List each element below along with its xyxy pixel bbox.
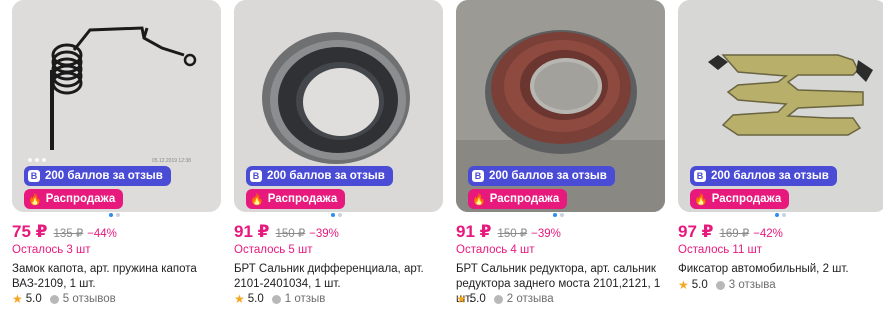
image-pagination (28, 158, 46, 162)
old-price: 169 ₽ (719, 228, 750, 240)
product-title[interactable]: Фиксатор автомобильный, 2 шт. (678, 262, 883, 277)
discount: −44% (87, 228, 117, 240)
carousel-dots (775, 213, 786, 217)
price-row: 91 ₽ 150 ₽ −39% (456, 222, 561, 242)
points-icon: B (250, 170, 262, 182)
sale-badge: 🔥 Распродажа (246, 189, 346, 209)
stock-left: Осталось 3 шт (12, 244, 91, 256)
chat-bubble-icon (493, 294, 503, 304)
discount: −42% (753, 228, 783, 240)
rating-value: 5.0 (469, 293, 486, 305)
product-card[interactable]: 05.12.2019 12:38 B 200 баллов за отзыв 🔥… (6, 0, 221, 315)
price: 91 ₽ (456, 222, 492, 241)
reviews-count[interactable]: 2 отзыва (507, 293, 554, 305)
points-badge: B 200 баллов за отзыв (246, 166, 393, 186)
rating-value: 5.0 (691, 279, 708, 291)
product-card[interactable]: B 200 баллов за отзыв 🔥 Распродажа 97 ₽ 1… (672, 0, 883, 315)
fire-icon: 🔥 (472, 193, 486, 206)
fire-icon: 🔥 (28, 193, 42, 206)
star-icon: ★ (678, 278, 689, 292)
price: 91 ₽ (234, 222, 270, 241)
sale-badge: 🔥 Распродажа (468, 189, 568, 209)
fire-icon: 🔥 (250, 193, 264, 206)
chat-bubble-icon (271, 294, 281, 304)
old-price: 135 ₽ (53, 228, 84, 240)
star-icon: ★ (456, 292, 467, 306)
photo-timestamp: 05.12.2019 12:38 (152, 158, 191, 164)
reviews-count[interactable]: 5 отзывов (63, 293, 116, 305)
stock-left: Осталось 4 шт (456, 244, 535, 256)
rating-row: ★ 5.0 2 отзыва (456, 292, 554, 306)
discount: −39% (309, 228, 339, 240)
product-card[interactable]: B 200 баллов за отзыв 🔥 Распродажа 91 ₽ 1… (450, 0, 665, 315)
stock-left: Осталось 11 шт (678, 244, 763, 256)
points-badge: B 200 баллов за отзыв (24, 166, 171, 186)
carousel-dots (109, 213, 120, 217)
fire-icon: 🔥 (694, 193, 708, 206)
points-badge: B 200 баллов за отзыв (690, 166, 837, 186)
star-icon: ★ (234, 292, 245, 306)
chat-bubble-icon (715, 280, 725, 290)
product-title[interactable]: БРТ Сальник дифференциала, арт. 2101-240… (234, 262, 444, 292)
rating-value: 5.0 (247, 293, 264, 305)
old-price: 150 ₽ (275, 228, 306, 240)
points-icon: B (472, 170, 484, 182)
old-price: 150 ₽ (497, 228, 528, 240)
carousel-dots (553, 213, 564, 217)
price-row: 75 ₽ 135 ₽ −44% (12, 222, 117, 242)
carousel-dots (331, 213, 342, 217)
product-card[interactable]: B 200 баллов за отзыв 🔥 Распродажа 91 ₽ 1… (228, 0, 443, 315)
rating-row: ★ 5.0 3 отзыва (678, 278, 776, 292)
discount: −39% (531, 228, 561, 240)
stock-left: Осталось 5 шт (234, 244, 313, 256)
points-icon: B (694, 170, 706, 182)
rating-value: 5.0 (25, 293, 42, 305)
points-badge: B 200 баллов за отзыв (468, 166, 615, 186)
rating-row: ★ 5.0 1 отзыв (234, 292, 325, 306)
reviews-count[interactable]: 3 отзыва (729, 279, 776, 291)
sale-badge: 🔥 Распродажа (690, 189, 790, 209)
price-row: 91 ₽ 150 ₽ −39% (234, 222, 339, 242)
price-row: 97 ₽ 169 ₽ −42% (678, 222, 783, 242)
chat-bubble-icon (49, 294, 59, 304)
star-icon: ★ (12, 292, 23, 306)
product-title[interactable]: Замок капота, арт. пружина капота ВАЗ-21… (12, 262, 222, 292)
rating-row: ★ 5.0 5 отзывов (12, 292, 116, 306)
reviews-count[interactable]: 1 отзыв (285, 293, 326, 305)
price: 97 ₽ (678, 222, 714, 241)
price: 75 ₽ (12, 222, 48, 241)
points-icon: B (28, 170, 40, 182)
sale-badge: 🔥 Распродажа (24, 189, 124, 209)
